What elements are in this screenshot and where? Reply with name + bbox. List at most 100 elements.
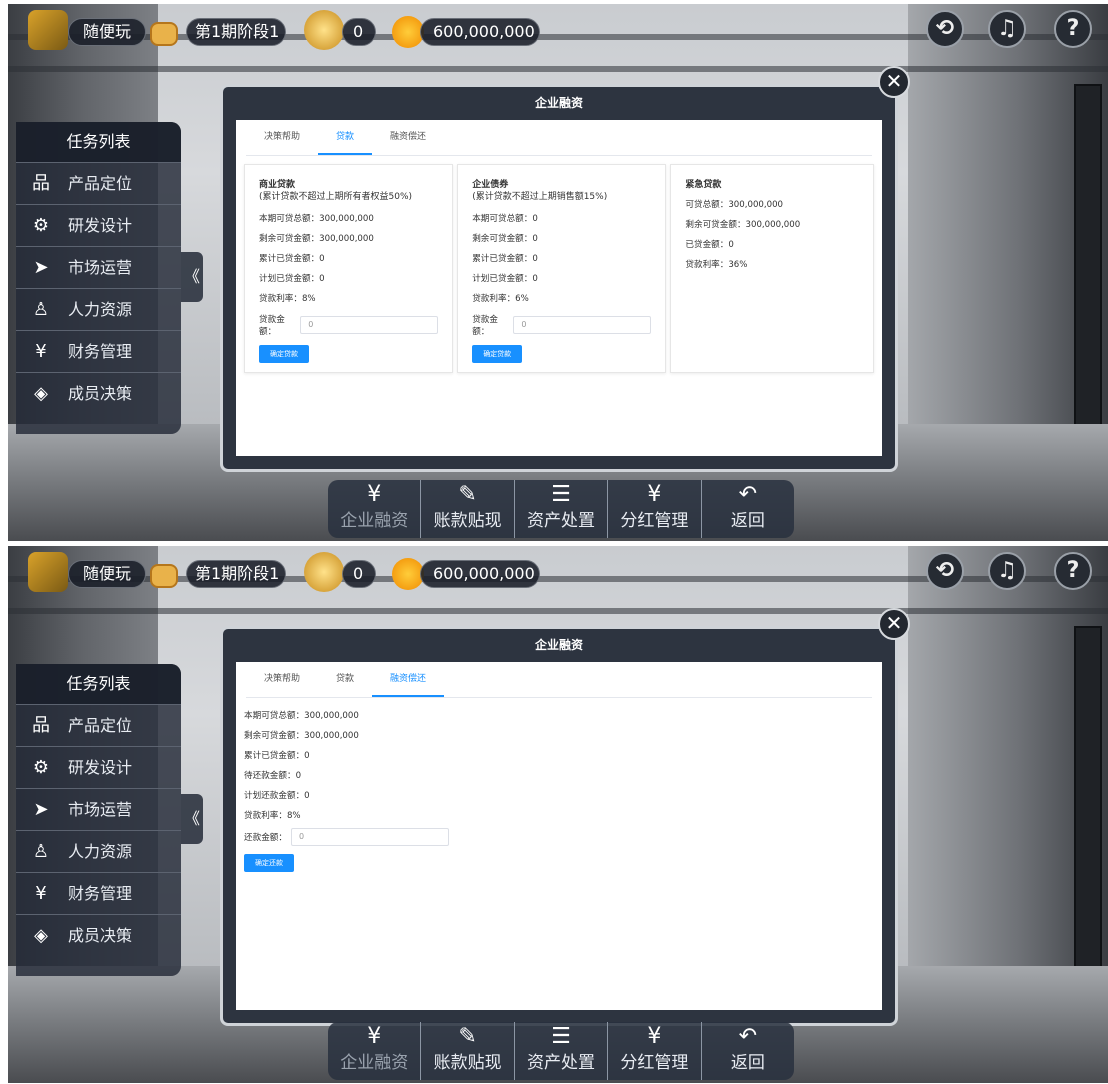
yen-icon: ¥ [35, 882, 47, 904]
info-row: 剩余可贷金额：300,000,000 [259, 234, 374, 244]
grid-icon: 品 [32, 172, 50, 194]
yen-circle-icon: ¥ [367, 1024, 382, 1049]
sidebar-collapse-button[interactable]: 《 [181, 252, 203, 302]
menu-back[interactable]: ↶ 返回 [700, 480, 794, 538]
player-name: 随便玩 [68, 560, 146, 588]
bond-card: 企业债券 (累计贷款不超过上期销售额15%) 本期可贷总额：0 剩余可贷金额：0… [457, 164, 667, 373]
sidebar-item-members[interactable]: ◈ 成员决策 [16, 914, 181, 956]
player-name: 随便玩 [68, 18, 146, 46]
building-icon [28, 552, 68, 592]
sidebar-item-finance[interactable]: ¥ 财务管理 [16, 872, 181, 914]
modal-title: 企业融资 [534, 638, 583, 652]
modal-title: 企业融资 [534, 96, 583, 110]
modal-tabs: 决策帮助 贷款 融资偿还 [246, 662, 872, 698]
bottom-menu: ¥ 企业融资 ✎ 账款贴现 ☰ 资产处置 ¥ 分红管理 ↶ 返回 [328, 1022, 794, 1080]
tab-loans[interactable]: 贷款 [318, 119, 373, 155]
bell-icon[interactable]: ♫ [988, 10, 1026, 48]
info-row: 本期可贷总额：300,000,000 [259, 214, 374, 224]
sidebar-item-hr[interactable]: ♙ 人力资源 [16, 830, 181, 872]
close-icon[interactable]: ✕ [878, 66, 910, 98]
menu-asset-disposal[interactable]: ☰ 资产处置 [513, 1022, 607, 1080]
trophy-icon [304, 10, 344, 50]
history-icon[interactable]: ⟲ [926, 552, 964, 590]
send-icon: ➤ [33, 256, 49, 278]
layers-icon: ◈ [34, 382, 48, 404]
commercial-loan-card: 商业贷款 (累计贷款不超过上期所有者权益50%) 本期可贷总额：300,000,… [244, 164, 454, 373]
info-row: 累计已贷金额：0 [244, 751, 310, 761]
help-button[interactable]: ? [1054, 552, 1092, 590]
gear-icon: ⚙ [32, 214, 50, 236]
dividend-icon: ¥ [647, 1024, 662, 1049]
person-icon: ♙ [32, 298, 50, 320]
info-row: 累计已贷金额：0 [472, 254, 538, 264]
yen-circle-icon: ¥ [367, 482, 382, 507]
card-title: 商业贷款 [259, 180, 296, 190]
menu-back[interactable]: ↶ 返回 [700, 1022, 794, 1080]
sidebar-item-rnd[interactable]: ⚙ 研发设计 [16, 746, 181, 788]
info-row: 贷款利率：6% [472, 294, 529, 304]
info-row: 累计已贷金额：0 [259, 254, 325, 264]
edit-icon: ✎ [458, 482, 477, 507]
layers-icon: ◈ [34, 924, 48, 946]
menu-asset-disposal[interactable]: ☰ 资产处置 [513, 480, 607, 538]
info-row: 贷款利率：36% [685, 260, 748, 270]
info-row: 计划已贷金额：0 [472, 274, 538, 284]
bell-icon[interactable]: ♫ [988, 552, 1026, 590]
repayment-form: 本期可贷总额：300,000,000 剩余可贷金额：300,000,000 累计… [236, 698, 882, 880]
close-icon[interactable]: ✕ [878, 608, 910, 640]
loan-amount-label: 贷款金额： [472, 315, 498, 337]
bond-amount-input[interactable]: 0 [513, 316, 652, 334]
confirm-loan-button[interactable]: 确定贷款 [259, 345, 309, 363]
emergency-loan-card: 紧急贷款 可贷总额：300,000,000 剩余可贷金额：300,000,000… [670, 164, 874, 373]
info-row: 计划已贷金额：0 [259, 274, 325, 284]
sidebar-item-members[interactable]: ◈ 成员决策 [16, 372, 181, 414]
tab-loans[interactable]: 贷款 [318, 661, 372, 697]
screen-panel-repayment: 随便玩 第1期阶段1 0 600,000,000 ⟲ ♫ ? 任务列表 品产品定… [8, 546, 1108, 1083]
sidebar-item-marketing[interactable]: ➤ 市场运营 [16, 246, 181, 288]
card-title: 紧急贷款 [685, 180, 722, 190]
info-row: 剩余可贷金额：300,000,000 [685, 220, 801, 230]
ledger-icon: ☰ [551, 482, 571, 507]
info-row: 已贷金额：0 [685, 240, 734, 250]
task-sidebar: 任务列表 品产品定位 ⚙ 研发设计 ➤ 市场运营 ♙ 人力资源 ¥ 财务管理 ◈ 成员决策 [16, 122, 181, 434]
sidebar-item-product[interactable]: 品产品定位 [16, 162, 181, 204]
sidebar-item-finance[interactable]: ¥ 财务管理 [16, 330, 181, 372]
tab-repayment[interactable]: 融资偿还 [372, 119, 444, 155]
menu-financing[interactable]: ¥ 企业融资 [328, 480, 420, 538]
sidebar-item-rnd[interactable]: ⚙ 研发设计 [16, 204, 181, 246]
confirm-repay-button[interactable]: 确定还款 [244, 854, 294, 872]
tab-repayment[interactable]: 融资偿还 [372, 661, 445, 697]
card-subtitle: (累计贷款不超过上期销售额15%) [472, 192, 608, 202]
tab-help[interactable]: 决策帮助 [246, 661, 318, 697]
gear-icon: ⚙ [32, 756, 50, 778]
menu-discount[interactable]: ✎ 账款贴现 [420, 480, 513, 538]
loan-amount-input[interactable]: 0 [300, 316, 439, 334]
modal-tabs: 决策帮助 贷款 融资偿还 [246, 120, 872, 156]
person-icon: ♙ [32, 840, 50, 862]
screen-panel-loans: 随便玩 第1期阶段1 0 600,000,000 ⟲ ♫ ? 任务列表 品产品定… [8, 4, 1108, 541]
history-icon[interactable]: ⟲ [926, 10, 964, 48]
sidebar-item-product[interactable]: 品产品定位 [16, 704, 181, 746]
card-subtitle: (累计贷款不超过上期所有者权益50%) [259, 192, 413, 202]
menu-dividends[interactable]: ¥ 分红管理 [607, 1022, 700, 1080]
info-row: 剩余可贷金额：0 [472, 234, 538, 244]
confirm-bond-button[interactable]: 确定贷款 [472, 345, 523, 363]
menu-financing[interactable]: ¥ 企业融资 [328, 1022, 420, 1080]
ledger-icon: ☰ [551, 1024, 571, 1049]
trophy-count: 0 [342, 560, 376, 588]
repay-amount-input[interactable]: 0 [290, 828, 449, 846]
info-row: 可贷总额：300,000,000 [685, 200, 784, 210]
tab-help[interactable]: 决策帮助 [246, 119, 318, 155]
sidebar-item-hr[interactable]: ♙ 人力资源 [16, 288, 181, 330]
task-sidebar: 任务列表 品产品定位 ⚙ 研发设计 ➤ 市场运营 ♙ 人力资源 ¥ 财务管理 ◈ 成员决策 [16, 664, 181, 976]
trophy-icon [304, 552, 344, 592]
help-button[interactable]: ? [1054, 10, 1092, 48]
sidebar-collapse-button[interactable]: 《 [181, 794, 203, 844]
loan-amount-label: 贷款金额： [259, 315, 285, 337]
sidebar-item-marketing[interactable]: ➤ 市场运营 [16, 788, 181, 830]
grid-icon: 品 [32, 714, 50, 736]
menu-dividends[interactable]: ¥ 分红管理 [607, 480, 700, 538]
sidebar-title: 任务列表 [16, 122, 181, 162]
info-row: 待还款金额：0 [244, 771, 302, 781]
menu-discount[interactable]: ✎ 账款贴现 [420, 1022, 513, 1080]
